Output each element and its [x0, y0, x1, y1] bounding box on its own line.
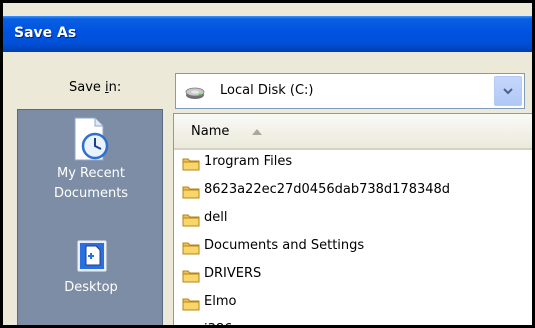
folder-icon: [182, 156, 200, 175]
place-label-line2: Documents: [53, 186, 129, 201]
file-name: Documents and Settings: [204, 238, 365, 253]
folder-icon: [182, 240, 200, 259]
save-in-label: Save in:: [69, 80, 121, 95]
file-name: i386: [204, 322, 232, 325]
folder-icon: [182, 324, 200, 325]
dialog-title: Save As: [14, 25, 77, 41]
place-label-line1: My Recent: [57, 166, 125, 181]
name-column-header[interactable]: Name: [174, 114, 532, 150]
save-in-value: Local Disk (C:): [220, 83, 314, 98]
drive-icon: [185, 85, 205, 99]
folder-icon: [182, 184, 200, 203]
file-name: dell: [204, 210, 228, 225]
file-name: 8623a22ec27d0456dab738d178348d: [204, 182, 451, 197]
folder-icon: [182, 296, 200, 315]
folder-icon: [182, 212, 200, 231]
file-name: Elmo: [204, 294, 237, 309]
save-in-label-suffix: n:: [108, 80, 122, 95]
folder-icon: [182, 268, 200, 287]
title-bar[interactable]: Save As: [3, 16, 532, 52]
file-name: DRIVERS: [204, 266, 262, 281]
file-list[interactable]: Name 1rogram Files 8623a22ec27d0456dab738…: [173, 113, 532, 325]
place-desktop[interactable]: Desktop: [18, 236, 164, 298]
desktop-icon: [76, 239, 108, 273]
sort-ascending-icon: [252, 129, 262, 135]
save-in-dropdown[interactable]: Local Disk (C:): [175, 73, 525, 109]
chevron-down-icon: [503, 88, 513, 95]
places-bar: My Recent Documents Desktop: [17, 109, 164, 325]
dropdown-arrow-button[interactable]: [494, 76, 522, 106]
place-my-recent-documents[interactable]: My Recent Documents: [18, 116, 164, 204]
file-name: 1rogram Files: [204, 154, 293, 169]
save-in-label-prefix: Save: [69, 80, 106, 95]
place-label: Desktop: [64, 280, 118, 295]
column-header-label: Name: [191, 124, 230, 139]
save-as-dialog: Save As Save in: Local Disk (C:) My Rece…: [0, 0, 535, 328]
recent-documents-icon: [74, 117, 109, 161]
